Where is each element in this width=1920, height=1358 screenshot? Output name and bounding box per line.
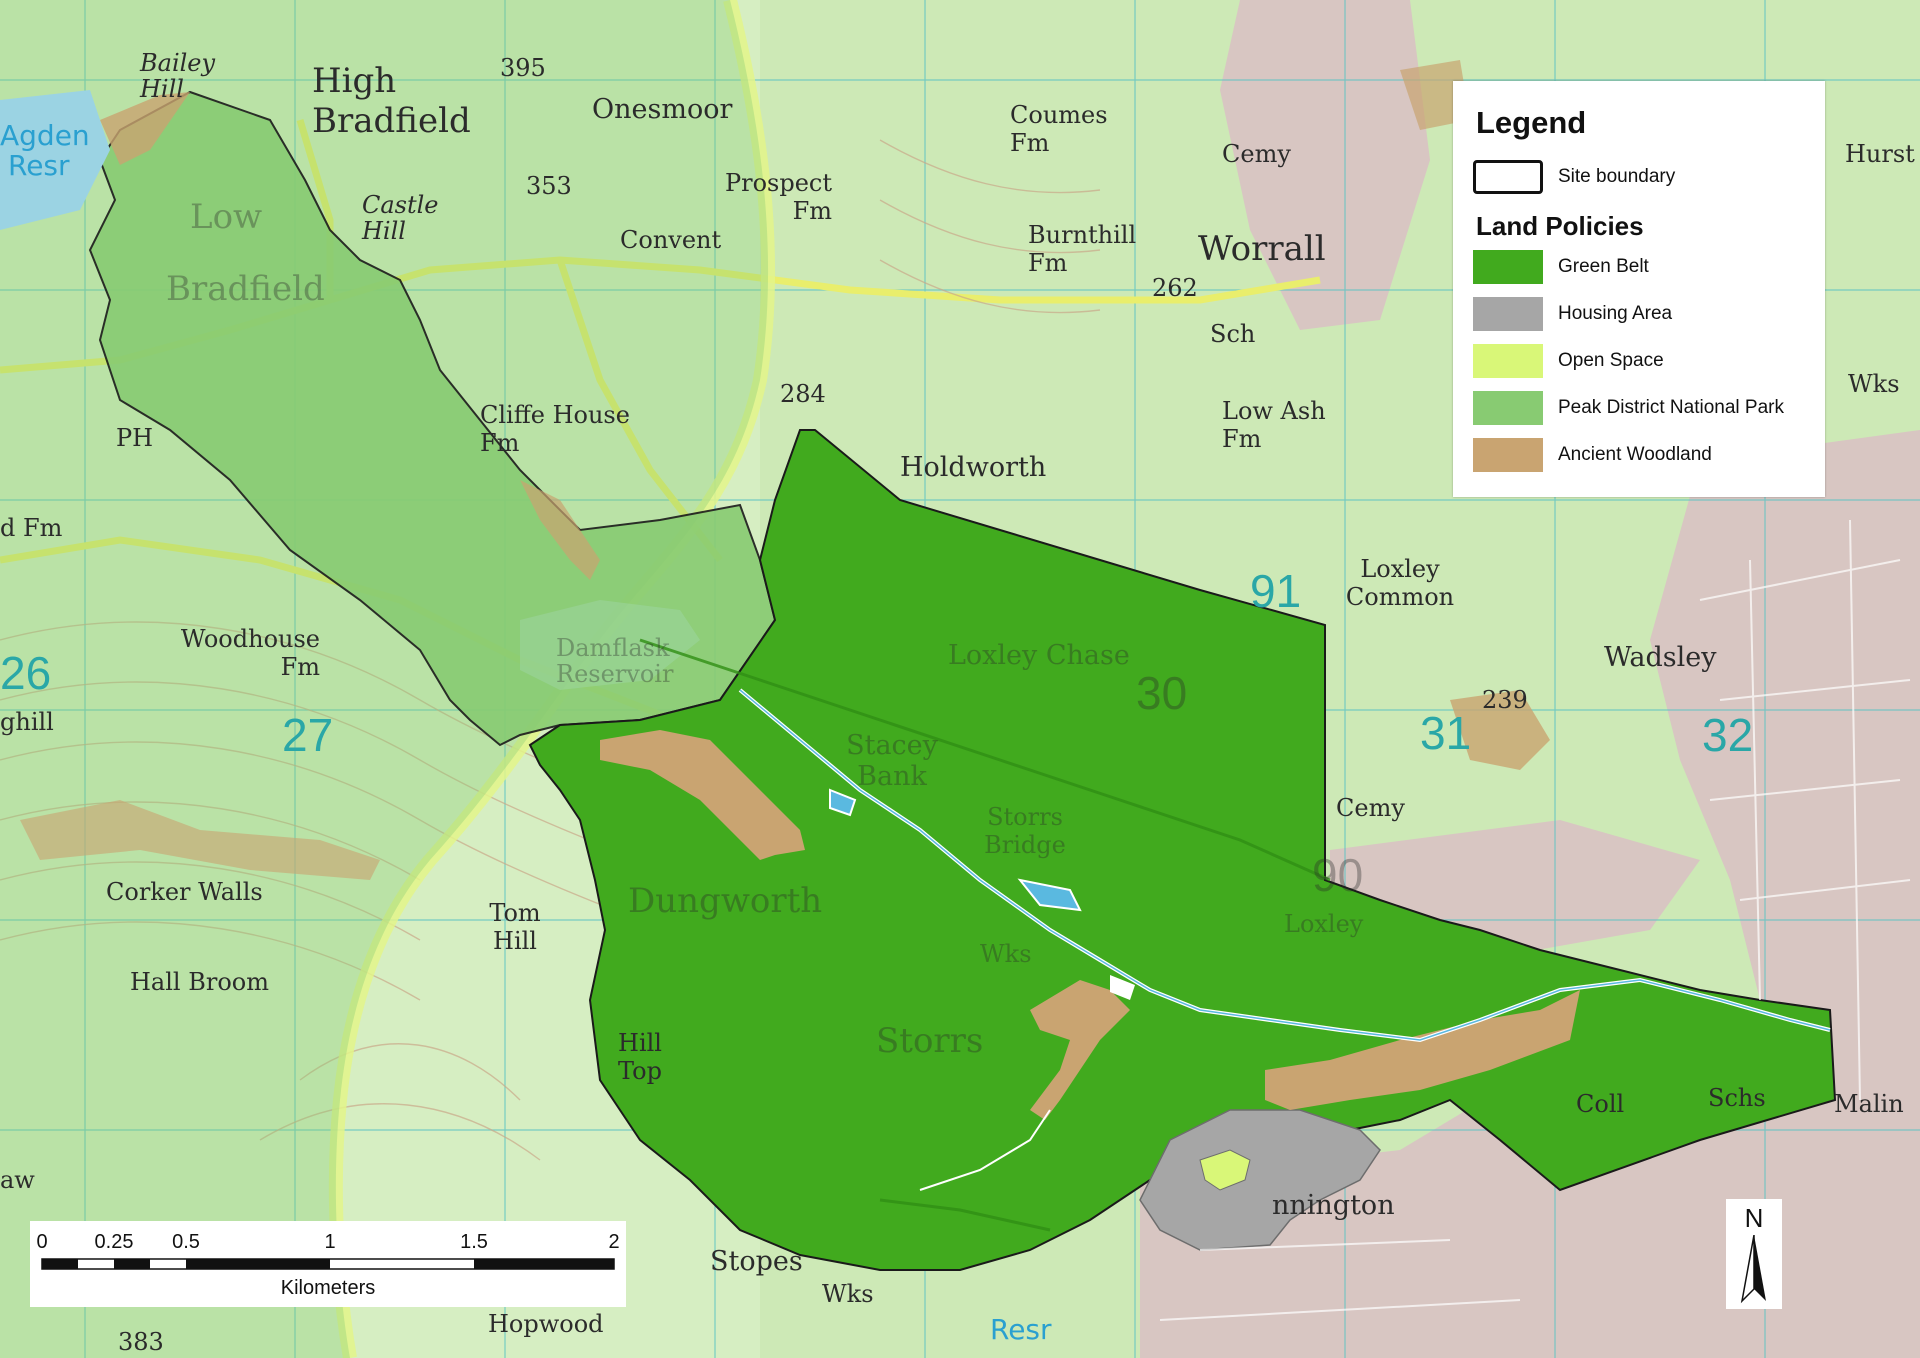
label-prospect-fm: Prospect Fm — [724, 169, 832, 225]
legend-label-housing-area: Housing Area — [1558, 303, 1673, 324]
label-d-fm: d Fm — [0, 514, 63, 542]
label-bailey-hill: Bailey Hill — [140, 49, 216, 104]
label-resr: Resr — [8, 149, 70, 182]
label-low: Low — [190, 197, 263, 237]
legend-swatch-ancient-woodland — [1473, 438, 1543, 472]
label-hopwood: Hopwood — [488, 1310, 604, 1338]
label-nnington: nnington — [1272, 1190, 1395, 1221]
label-ph-left: PH — [116, 424, 154, 452]
label-wadsley: Wadsley — [1604, 642, 1717, 673]
label-bradfield: Bradfield — [312, 101, 471, 141]
north-arrow-label: N — [1744, 1203, 1764, 1233]
legend-swatch-green-belt — [1473, 250, 1543, 284]
legend-label-ancient-woodland: Ancient Woodland — [1558, 444, 1712, 465]
scale-tick-1: 1 — [324, 1231, 336, 1253]
scale-tick-0-5: 0.5 — [172, 1231, 200, 1253]
label-storrs: Storrs — [876, 1021, 984, 1061]
label-worrall: Worrall — [1198, 229, 1326, 269]
scale-unit: Kilometers — [280, 1277, 376, 1299]
label-malin: Malin — [1834, 1090, 1904, 1118]
label-low-ash-fm: Low Ash Fm — [1222, 397, 1326, 453]
label-hurst: Hurst — [1845, 140, 1915, 168]
label-spot-262: 262 — [1152, 274, 1198, 302]
legend-swatch-housing-area — [1473, 297, 1543, 331]
label-tom-hill: Tom Hill — [489, 899, 541, 955]
label-high: High — [312, 61, 397, 101]
label-burnthill-fm: Burnthill Fm — [1028, 221, 1137, 277]
north-arrow-icon — [1740, 1235, 1766, 1304]
label-grid-32: 32 — [1702, 709, 1754, 761]
label-loxley: Loxley — [1284, 910, 1364, 938]
label-loxley-common: Loxley Common — [1345, 555, 1455, 611]
label-spot-353: 353 — [526, 172, 572, 200]
label-dungworth: Dungworth — [628, 881, 823, 921]
label-cemy-mid: Cemy — [1336, 794, 1405, 822]
label-grid-31: 31 — [1420, 707, 1472, 759]
label-grid-90: 90 — [1312, 849, 1364, 901]
legend-swatch-open-space — [1473, 344, 1543, 378]
north-arrow: N — [1726, 1199, 1782, 1309]
label-coll: Coll — [1576, 1090, 1625, 1118]
label-ghill: ghill — [0, 708, 54, 736]
label-grid-30: 30 — [1136, 667, 1188, 719]
scale-tick-0: 0 — [36, 1231, 48, 1253]
label-grid-91: 91 — [1250, 565, 1302, 617]
legend-label-peak-district: Peak District National Park — [1558, 397, 1784, 418]
label-coumes-fm: Coumes Fm — [1010, 101, 1108, 157]
label-low-bradfield: Bradfield — [166, 269, 325, 309]
label-wks-right: Wks — [1848, 370, 1900, 398]
legend-swatch-peak-district — [1473, 391, 1543, 425]
label-wks-bottom: Wks — [822, 1280, 874, 1308]
label-loxley-chase: Loxley Chase — [948, 640, 1130, 671]
label-cemy-top: Cemy — [1222, 140, 1291, 168]
legend-label-green-belt: Green Belt — [1558, 256, 1649, 277]
label-holdworth: Holdworth — [900, 452, 1047, 483]
label-spot-395: 395 — [500, 54, 546, 82]
label-damflask: Damflask — [556, 634, 670, 662]
scale-tick-0-25: 0.25 — [94, 1231, 134, 1253]
label-wks-mid: Wks — [980, 940, 1032, 968]
label-hill-top: Hill Top — [618, 1029, 662, 1085]
label-woodhouse-fm: Woodhouse Fm — [180, 625, 320, 681]
scale-tick-1-5: 1.5 — [460, 1231, 488, 1253]
label-stopes: Stopes — [710, 1246, 803, 1277]
label-spot-239: 239 — [1482, 686, 1528, 714]
map-figure: Bailey Hill High Bradfield Onesmoor 395 … — [0, 0, 1920, 1358]
label-hall-broom: Hall Broom — [130, 968, 269, 996]
legend-label-site-boundary: Site boundary — [1558, 166, 1676, 187]
label-agden: Agden — [0, 119, 90, 152]
label-corker-walls: Corker Walls — [106, 878, 263, 906]
scale-bar: 0 0.25 0.5 1 1.5 2 Kilometers — [30, 1221, 626, 1307]
label-reservoir: Reservoir — [556, 660, 674, 688]
legend-label-open-space: Open Space — [1558, 350, 1664, 371]
label-grid-27: 27 — [282, 709, 334, 761]
label-spot-284: 284 — [780, 380, 826, 408]
label-castle-hill: Castle Hill — [362, 191, 439, 246]
label-stacey-bank: Stacey Bank — [846, 730, 938, 793]
label-grid-26: 26 — [0, 647, 52, 699]
label-resr-bottom: Resr — [990, 1313, 1052, 1346]
label-storrs-bridge: Storrs Bridge — [984, 803, 1066, 859]
legend-title: Legend — [1476, 105, 1587, 140]
legend-panel: Legend Site boundary Land Policies Green… — [1453, 81, 1825, 497]
scale-bar-graphic — [41, 1258, 615, 1270]
label-cliffe-house-fm: Cliffe House Fm — [480, 401, 630, 457]
label-sch: Sch — [1210, 320, 1256, 348]
legend-subtitle-land-policies: Land Policies — [1476, 211, 1644, 241]
scale-tick-2: 2 — [608, 1231, 620, 1253]
label-convent: Convent — [620, 226, 722, 254]
legend-swatch-site-boundary — [1473, 160, 1543, 194]
label-spot-383: 383 — [118, 1328, 164, 1356]
label-onesmoor: Onesmoor — [592, 94, 733, 125]
label-schs: Schs — [1708, 1084, 1766, 1112]
label-aw: aw — [0, 1166, 35, 1194]
